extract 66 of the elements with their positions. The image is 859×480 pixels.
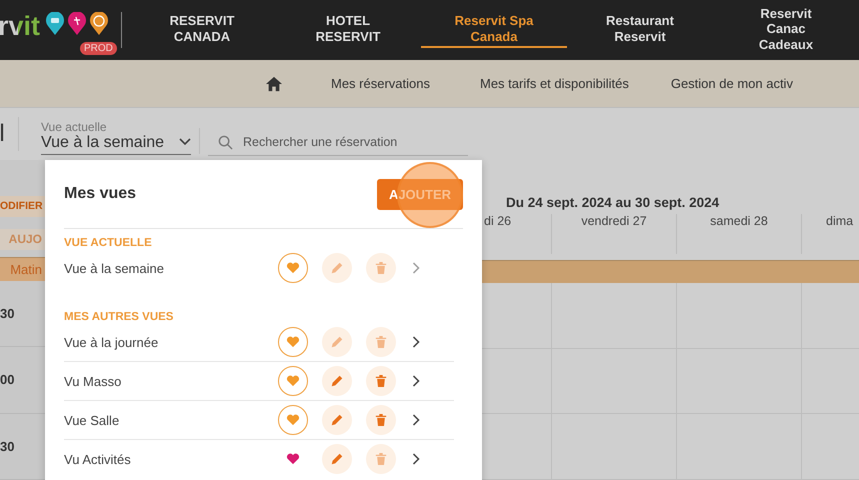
heart-icon — [286, 375, 300, 387]
app-tab[interactable]: HOTEL RESERVIT — [275, 0, 421, 60]
delete-button[interactable] — [366, 444, 396, 474]
trash-icon — [375, 374, 387, 388]
time-label: 30 — [0, 438, 14, 454]
view-name[interactable]: Vue Salle — [64, 412, 278, 428]
pencil-icon — [330, 374, 344, 388]
heart-icon — [286, 336, 300, 348]
view-name[interactable]: Vu Masso — [64, 374, 278, 388]
heart-icon — [286, 262, 300, 274]
search-field[interactable]: Rechercher une réservation — [243, 135, 463, 149]
pencil-icon — [330, 261, 344, 275]
trash-icon — [375, 413, 387, 427]
heart-icon — [286, 414, 300, 426]
favorite-button[interactable] — [278, 366, 308, 396]
section-heading: MES AUTRES VUES — [64, 311, 174, 323]
edit-button[interactable] — [322, 253, 352, 283]
week-title: Du 24 sept. 2024 au 30 sept. 2024 — [506, 195, 720, 210]
view-name[interactable]: Vue à la journée — [64, 334, 278, 350]
delete-button[interactable] — [366, 253, 396, 283]
pencil-icon — [330, 452, 344, 466]
day-header: samedi 28 — [710, 214, 768, 228]
favorite-button[interactable] — [278, 253, 308, 283]
section-heading: VUE ACTUELLE — [64, 237, 153, 249]
edit-button[interactable] — [322, 327, 352, 357]
app-tab[interactable]: Reservit Spa Canada — [421, 0, 567, 48]
day-header: dima — [826, 214, 854, 228]
time-label: 30 — [0, 306, 14, 321]
edit-button[interactable] — [322, 405, 352, 435]
category-pins-icon — [44, 12, 110, 36]
trash-icon — [375, 261, 387, 275]
chevron-down-icon — [179, 138, 191, 146]
view-name[interactable]: Vue à la semaine — [64, 260, 278, 276]
time-label: 00 — [0, 372, 14, 388]
nav-link[interactable]: Mes réservations — [331, 76, 430, 91]
pencil-icon — [330, 335, 344, 349]
day-header: di 26 — [484, 214, 512, 228]
app-tab[interactable]: RESERVIT CANADA — [129, 0, 275, 60]
nav-link[interactable]: Gestion de mon activ — [670, 76, 793, 91]
panel-title: Mes vues — [64, 185, 136, 203]
view-select[interactable]: Vue actuelle Vue à la semaine — [41, 120, 191, 154]
app-tab[interactable]: Reservit Canac Cadeaux — [713, 0, 859, 60]
view-name[interactable]: Vu Activités — [64, 452, 278, 466]
search-icon — [218, 134, 233, 150]
favorite-button[interactable] — [278, 327, 308, 357]
delete-button[interactable] — [366, 327, 396, 357]
chevron-right-icon[interactable] — [412, 453, 420, 465]
environment-badge: PROD — [80, 42, 117, 55]
chevron-right-icon[interactable] — [412, 336, 420, 348]
period-label: Matin — [0, 256, 45, 281]
heart-icon — [286, 453, 300, 465]
pencil-icon — [330, 413, 344, 427]
delete-button[interactable] — [366, 366, 396, 396]
trash-icon — [375, 335, 387, 349]
delete-button[interactable] — [366, 405, 396, 435]
day-header: vendredi 27 — [581, 214, 647, 228]
chevron-right-icon[interactable] — [412, 375, 420, 387]
app-tab[interactable]: Restaurant Reservit — [567, 0, 713, 60]
home-icon[interactable] — [265, 76, 283, 92]
chevron-right-icon[interactable] — [412, 414, 420, 426]
page-title: il — [0, 120, 6, 148]
nav-link[interactable]: Mes tarifs et disponibilités — [480, 76, 629, 91]
trash-icon — [375, 452, 387, 466]
favorite-button[interactable] — [278, 405, 308, 435]
edit-button[interactable] — [322, 366, 352, 396]
edit-button[interactable] — [322, 444, 352, 474]
